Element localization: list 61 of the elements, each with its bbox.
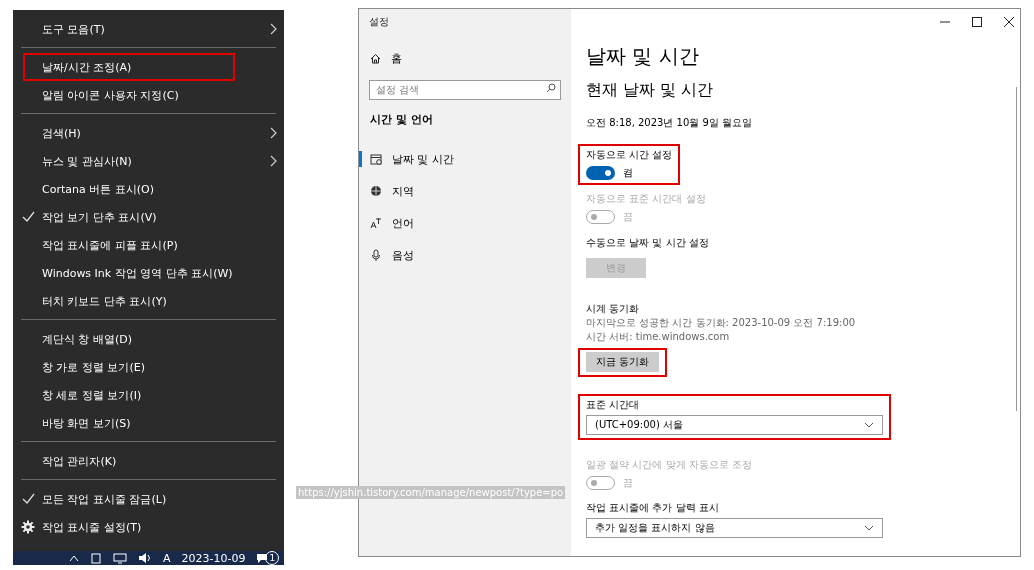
menu-item[interactable]: 작업 표시줄 설정(T) — [13, 513, 284, 541]
calendar-icon — [370, 153, 382, 165]
current-date-time: 오전 8:18, 2023년 10월 9일 월요일 — [586, 116, 754, 130]
setting-label: 자동으로 표준 시간대 설정 — [586, 192, 706, 206]
menu-item[interactable]: 계단식 창 배열(D) — [13, 325, 284, 353]
speaker-icon[interactable] — [138, 552, 152, 564]
menu-item[interactable]: 모든 작업 표시줄 잠금(L) — [13, 485, 284, 513]
info-text: 시간 서버: time.windows.com — [586, 330, 730, 344]
menu-item[interactable]: 뉴스 및 관심사(N) — [13, 147, 284, 175]
menu-item[interactable]: 도구 모음(T) — [13, 15, 284, 43]
dropdown[interactable]: (UTC+09:00) 서울 — [586, 415, 883, 435]
menu-item[interactable]: Windows Ink 작업 영역 단추 표시(W) — [13, 259, 284, 287]
section-heading: 현재 날짜 및 시간 — [586, 80, 715, 101]
setting-label: 수동으로 날짜 및 시간 설정 — [586, 236, 709, 250]
menu-item[interactable]: 창 가로 정렬 보기(E) — [13, 353, 284, 381]
setting-label: 표준 시간대 — [586, 398, 640, 412]
toggle-state: 켬 — [623, 166, 633, 180]
chevron-down-icon — [864, 525, 874, 531]
page-title: 날짜 및 시간 — [586, 43, 700, 70]
monitor-icon[interactable] — [113, 552, 127, 564]
setting-label: 시계 동기화 — [586, 302, 640, 316]
menu-item[interactable]: 창 세로 정렬 보기(I) — [13, 381, 284, 409]
microphone-icon — [370, 249, 382, 261]
sidebar-item[interactable]: 음성 — [359, 243, 571, 267]
sidebar-item[interactable]: 지역 — [359, 179, 571, 203]
home-link[interactable]: 홈 — [370, 51, 571, 66]
section-heading: 시간 및 언어 — [370, 112, 434, 127]
input-method-indicator[interactable]: A — [163, 551, 171, 565]
link-tooltip: https://yjshin.tistory.com/manage/newpost/?type=po — [296, 486, 566, 499]
language-icon — [370, 217, 382, 229]
toggle-switch[interactable] — [586, 166, 615, 180]
sidebar-item[interactable]: 날짜 및 시간 — [359, 147, 571, 171]
toggle-state: 끔 — [623, 210, 633, 224]
home-icon — [370, 53, 381, 64]
gear-icon — [21, 520, 35, 534]
sidebar-item[interactable]: 언어 — [359, 211, 571, 235]
taskbar-date[interactable]: 2023-10-09 — [181, 551, 246, 565]
setting-label: 일광 절약 시간에 맞게 자동으로 조정 — [586, 458, 752, 472]
dropdown[interactable]: 추가 일정을 표시하지 않음 — [586, 518, 883, 538]
setting-label: 자동으로 시간 설정 — [586, 148, 673, 162]
menu-item[interactable]: 바탕 화면 보기(S) — [13, 409, 284, 437]
globe-icon — [370, 185, 382, 197]
action-button[interactable]: 지금 동기화 — [586, 352, 660, 372]
search-icon — [546, 83, 556, 93]
toggle-state: 끔 — [623, 476, 633, 490]
scrollbar[interactable] — [1015, 87, 1017, 411]
info-text: 마지막으로 성공한 시간 동기화: 2023-10-09 오전 7:19:00 — [586, 316, 856, 330]
menu-item[interactable]: Cortana 버튼 표시(O) — [13, 175, 284, 203]
menu-item[interactable]: 작업 관리자(K) — [13, 447, 284, 475]
chevron-down-icon — [864, 422, 874, 428]
menu-item[interactable]: 작업 보기 단추 표시(V) — [13, 203, 284, 231]
menu-item[interactable]: 검색(H) — [13, 119, 284, 147]
window-title: 설정 — [368, 15, 390, 29]
menu-item[interactable]: 터치 키보드 단추 표시(Y) — [13, 287, 284, 315]
message-icon[interactable] — [256, 552, 269, 564]
search-field[interactable]: 설정 검색 — [369, 79, 561, 100]
menu-item[interactable]: 날짜/시간 조정(A) — [13, 53, 284, 81]
menu-item[interactable]: 알림 아이콘 사용자 지정(C) — [13, 81, 284, 109]
menu-item[interactable]: 작업 표시줄에 피플 표시(P) — [13, 231, 284, 259]
setting-label: 작업 표시줄에 추가 달력 표시 — [586, 501, 719, 515]
chevron-up-icon[interactable] — [69, 554, 79, 562]
